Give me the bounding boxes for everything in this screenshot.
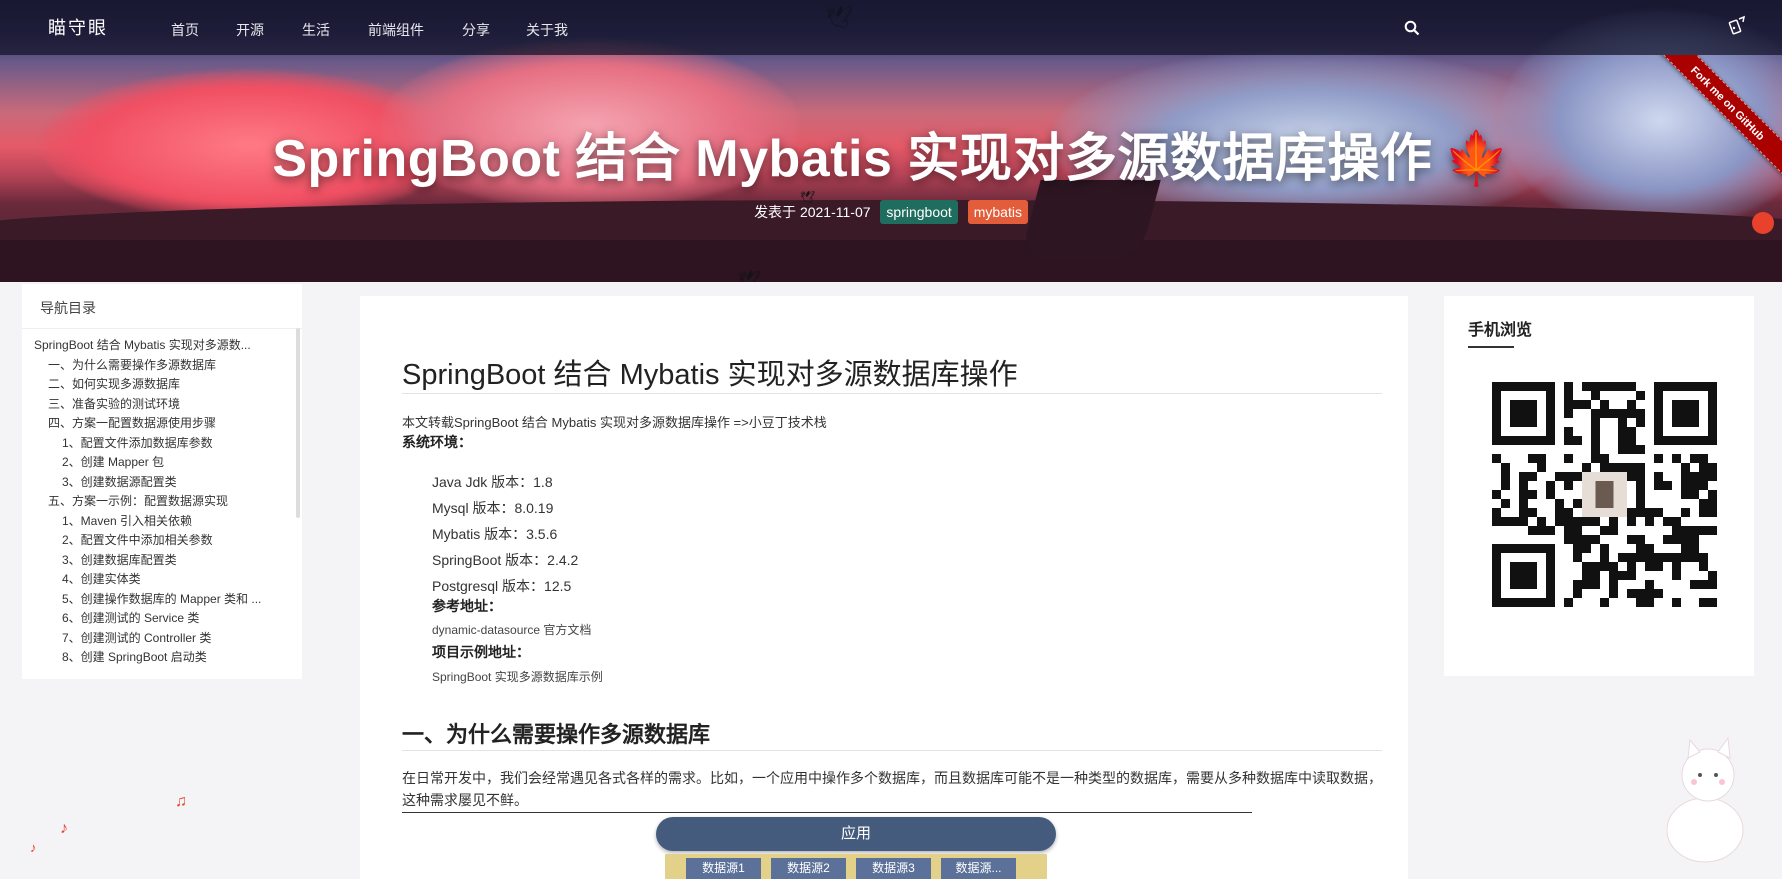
hero-ground — [0, 240, 1782, 282]
heading-divider — [402, 393, 1382, 394]
qr-code — [1492, 382, 1717, 607]
reference-link[interactable]: dynamic-datasource 官方文档 — [432, 621, 591, 638]
toc-item[interactable]: 5、创建操作数据库的 Mapper 类和 ... — [34, 590, 298, 610]
cat-mascot-icon — [1666, 736, 1744, 863]
env-item: Java Jdk 版本：1.8 — [432, 474, 553, 490]
diagram-datasource-node: 数据源2 — [771, 858, 846, 879]
toc-title: 导航目录 — [40, 300, 96, 316]
toc-item[interactable]: 1、配置文件添加数据库参数 — [34, 434, 298, 454]
site-logo[interactable]: 瞄守眼 — [48, 14, 108, 40]
github-icon[interactable] — [1752, 212, 1774, 234]
search-icon[interactable] — [1404, 20, 1420, 36]
post-title: SpringBoot 结合 Mybatis 实现对多源数据库操作 🍁 — [0, 116, 1782, 191]
diagram-datasource-node: 数据源1 — [686, 858, 761, 879]
env-label: 系统环境： — [402, 434, 472, 450]
nav-item-about[interactable]: 关于我 — [526, 20, 568, 40]
toc-item[interactable]: 二、如何实现多源数据库 — [34, 375, 298, 395]
tag-springboot[interactable]: springboot — [880, 200, 958, 224]
toc-item[interactable]: 五、方案一示例：配置数据源实现 — [34, 492, 298, 512]
toc-list: SpringBoot 结合 Mybatis 实现对多源数... 一、为什么需要操作… — [34, 336, 298, 668]
section-divider — [402, 750, 1382, 751]
toc-item[interactable]: 三、准备实验的测试环境 — [34, 395, 298, 415]
article-card: SpringBoot 结合 Mybatis 实现对多源数据库操作 本文转载Spr… — [360, 296, 1408, 879]
nav-item-opensource[interactable]: 开源 — [236, 20, 264, 40]
toc-panel: 导航目录 SpringBoot 结合 Mybatis 实现对多源数... 一、为什… — [22, 284, 302, 679]
toc-item[interactable]: 6、创建测试的 Service 类 — [34, 609, 298, 629]
post-meta: 发表于 2021-11-07 springboot mybatis — [0, 200, 1782, 224]
env-item: Mybatis 版本：3.5.6 — [432, 526, 558, 542]
env-item: Mysql 版本：8.0.19 — [432, 500, 554, 516]
diagram-app-node: 应用 — [656, 817, 1056, 851]
music-note-icon: ♪ — [60, 820, 68, 837]
toc-item[interactable]: 3、创建数据源配置类 — [34, 473, 298, 493]
music-note-icon: ♫ — [175, 793, 187, 810]
toc-item[interactable]: 4、创建实体类 — [34, 570, 298, 590]
toc-item[interactable]: 2、创建 Mapper 包 — [34, 453, 298, 473]
mobile-view-title: 手机浏览 — [1468, 322, 1533, 339]
post-title-text: SpringBoot 结合 Mybatis 实现对多源数据库操作 — [272, 130, 1433, 188]
toc-item[interactable]: 1、Maven 引入相关依赖 — [34, 512, 298, 532]
reference-label: 参考地址： — [432, 598, 502, 614]
nav-item-frontend-components[interactable]: 前端组件 — [368, 20, 424, 40]
share-icon[interactable] — [1726, 15, 1748, 37]
toc-item[interactable]: 一、为什么需要操作多源数据库 — [34, 356, 298, 376]
toc-item[interactable]: 3、创建数据库配置类 — [34, 551, 298, 571]
toc-item[interactable]: 8、创建 SpringBoot 启动类 — [34, 648, 298, 668]
nav-item-share[interactable]: 分享 — [462, 20, 490, 40]
top-navbar: 瞄守眼 首页 开源 生活 前端组件 分享 关于我 — [0, 0, 1782, 55]
nav-item-life[interactable]: 生活 — [302, 20, 330, 40]
repost-note[interactable]: 本文转载SpringBoot 结合 Mybatis 实现对多源数据库操作 =>小… — [402, 412, 827, 431]
toc-divider — [22, 328, 302, 329]
article-heading: SpringBoot 结合 Mybatis 实现对多源数据库操作 — [402, 359, 1018, 391]
example-link[interactable]: SpringBoot 实现多源数据库示例 — [432, 668, 603, 685]
env-item: SpringBoot 版本：2.4.2 — [432, 552, 579, 568]
env-item: Postgresql 版本：12.5 — [432, 578, 572, 594]
toc-item[interactable]: SpringBoot 结合 Mybatis 实现对多源数... — [34, 336, 298, 356]
post-date: 发表于 2021-11-07 — [754, 204, 871, 220]
example-label: 项目示例地址： — [432, 644, 530, 660]
tag-mybatis[interactable]: mybatis — [967, 200, 1028, 224]
toc-item[interactable]: 2、配置文件中添加相关参数 — [34, 531, 298, 551]
diagram-datasource-node: 数据源3 — [856, 858, 931, 879]
diagram-datasource-node: 数据源... — [941, 858, 1016, 879]
toc-item[interactable]: 7、创建测试的 Controller 类 — [34, 629, 298, 649]
maple-leaf-icon: 🍁 — [1444, 130, 1510, 188]
music-note-icon: ♪ — [30, 840, 37, 855]
title-underline — [1468, 346, 1514, 348]
paragraph-underline — [402, 812, 1252, 813]
bird-icon: 🕊 — [738, 270, 761, 282]
nav-item-home[interactable]: 首页 — [171, 20, 199, 40]
section-paragraph: 在日常开发中，我们会经常遇见各式各样的需求。比如，一个应用中操作多个数据库，而且… — [402, 770, 1382, 808]
section-heading: 一、为什么需要操作多源数据库 — [402, 722, 711, 747]
toc-scrollbar[interactable] — [296, 328, 300, 518]
mobile-view-widget: 手机浏览 — [1444, 296, 1754, 676]
toc-item[interactable]: 四、方案一配置数据源使用步骤 — [34, 414, 298, 434]
